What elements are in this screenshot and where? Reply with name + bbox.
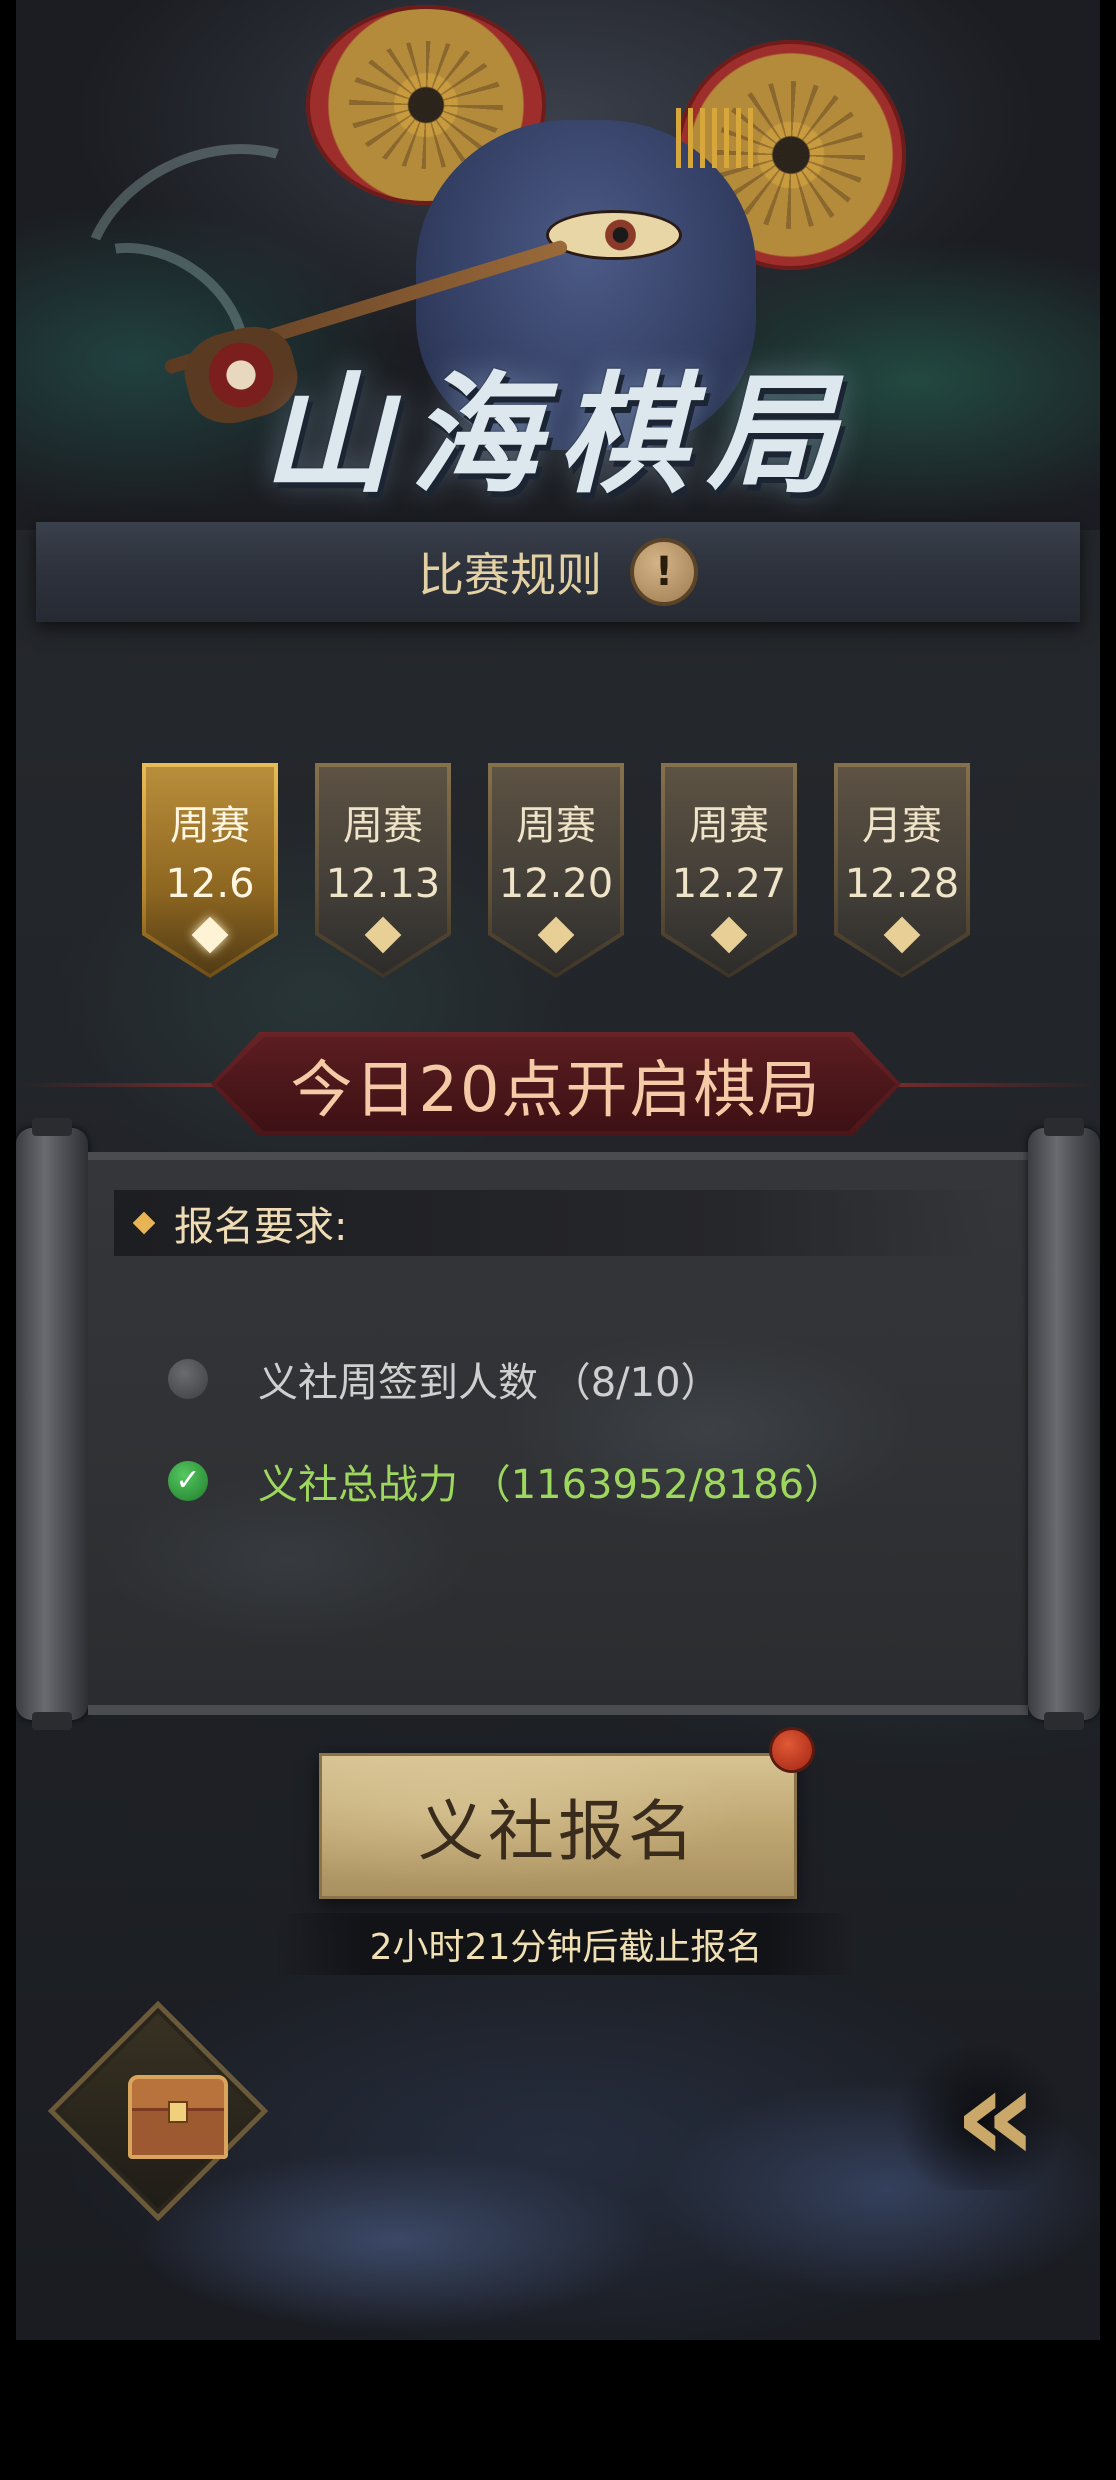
- tab-month-12-28[interactable]: 月赛 12.28: [834, 763, 970, 978]
- rules-label: 比赛规则: [418, 548, 602, 602]
- tab-week-12-27[interactable]: 周赛 12.27: [661, 763, 797, 978]
- announcement-text: 今日20点开启棋局: [290, 1053, 822, 1126]
- tab-type-label: 周赛: [343, 803, 423, 849]
- requirements-title: 报名要求:: [174, 1204, 348, 1250]
- treasure-chest-icon[interactable]: [128, 2075, 228, 2159]
- tab-type-label: 周赛: [516, 803, 596, 849]
- tab-type-label: 月赛: [862, 803, 942, 849]
- tab-type-label: 周赛: [689, 803, 769, 849]
- requirements-header: 报名要求:: [114, 1190, 994, 1256]
- requirement-text: 义社总战力 （1163952/8186）: [258, 1462, 845, 1508]
- signup-button[interactable]: 义社报名: [319, 1753, 797, 1899]
- exclamation-icon[interactable]: !: [630, 538, 698, 606]
- tab-type-label: 周赛: [170, 803, 250, 849]
- pending-circle-icon: [168, 1359, 208, 1399]
- tab-date-label: 12.6: [165, 861, 255, 907]
- scroll-roller-right: [1028, 1118, 1100, 1730]
- requirement-item: 义社周签到人数 （8/10）: [168, 1350, 721, 1408]
- game-title: 山海棋局: [261, 358, 854, 511]
- diamond-icon: [132, 1211, 156, 1235]
- game-screen: 山海棋局 比赛规则 ! 周赛 12.6 周赛 12.13 周赛 12.20 周赛…: [16, 0, 1100, 2340]
- tab-date-label: 12.13: [325, 861, 441, 907]
- requirement-item: ✓ 义社总战力 （1163952/8186）: [168, 1452, 844, 1510]
- check-circle-icon: ✓: [168, 1461, 208, 1501]
- signup-label: 义社报名: [418, 1793, 698, 1870]
- announcement-banner: 今日20点开启棋局: [211, 1032, 901, 1136]
- notification-dot: [772, 1730, 812, 1770]
- requirements-panel: 报名要求: 义社周签到人数 （8/10） ✓ 义社总战力 （1163952/81…: [88, 1152, 1028, 1715]
- tab-date-label: 12.20: [498, 861, 614, 907]
- tab-week-12-13[interactable]: 周赛 12.13: [315, 763, 451, 978]
- cloud-swirl: [136, 2150, 656, 2330]
- rules-bar[interactable]: 比赛规则 !: [36, 522, 1080, 622]
- creature-eye: [546, 210, 682, 260]
- tab-week-12-6[interactable]: 周赛 12.6: [142, 763, 278, 978]
- requirement-text: 义社周签到人数 （8/10）: [258, 1360, 721, 1406]
- deadline-text: 2小时21分钟后截止报名: [276, 1913, 856, 1975]
- tab-week-12-20[interactable]: 周赛 12.20: [488, 763, 624, 978]
- tab-date-label: 12.27: [671, 861, 787, 907]
- scroll-roller-left: [16, 1118, 88, 1730]
- gold-ornament: [676, 108, 756, 168]
- tab-date-label: 12.28: [844, 861, 960, 907]
- double-chevron-left-icon[interactable]: «: [896, 2039, 1066, 2191]
- hero-banner: 山海棋局: [16, 0, 1100, 530]
